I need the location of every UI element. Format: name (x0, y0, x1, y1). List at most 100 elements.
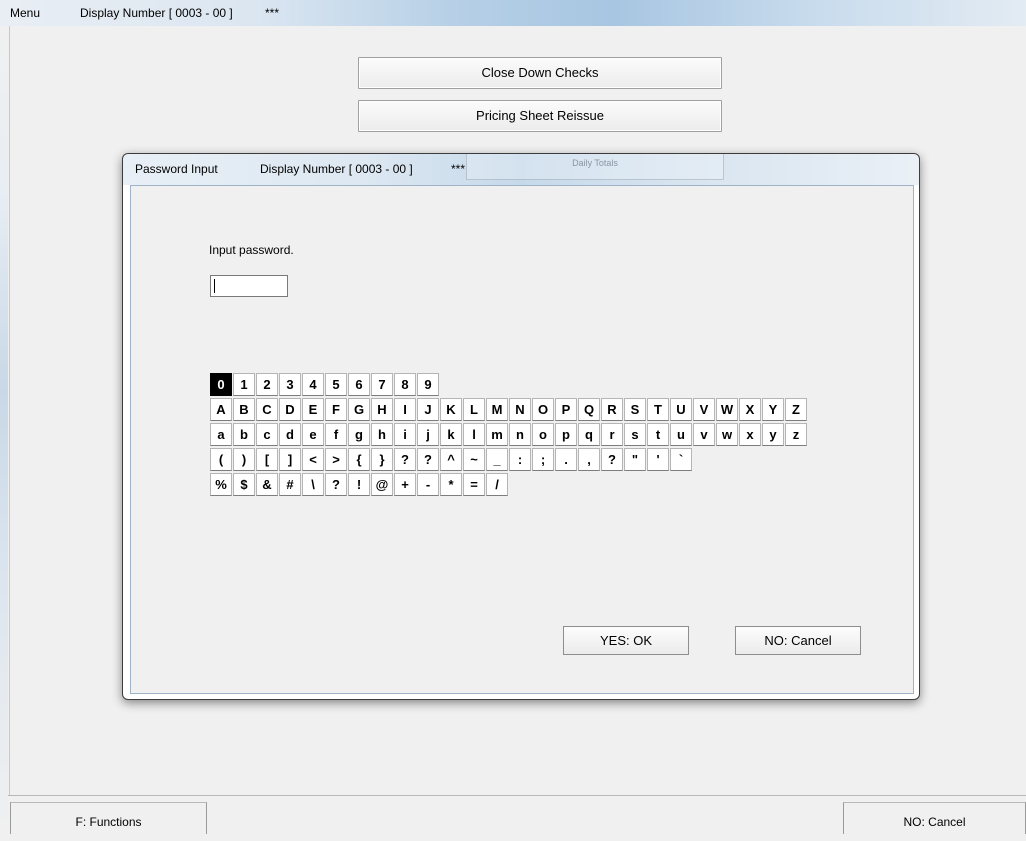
key-button[interactable]: 8 (394, 373, 416, 396)
key-button[interactable]: ? (325, 473, 347, 496)
key-button[interactable]: A (210, 398, 232, 421)
key-button[interactable]: W (716, 398, 738, 421)
key-button[interactable]: % (210, 473, 232, 496)
key-button[interactable]: G (348, 398, 370, 421)
key-button[interactable]: ) (233, 448, 255, 471)
key-button[interactable]: ( (210, 448, 232, 471)
close-down-checks-button[interactable]: Close Down Checks (358, 57, 722, 89)
key-button[interactable]: f (325, 423, 347, 446)
key-button[interactable]: @ (371, 473, 393, 496)
key-button[interactable]: l (463, 423, 485, 446)
key-button[interactable]: r (601, 423, 623, 446)
cancel-button[interactable]: NO: Cancel (735, 626, 861, 655)
key-button[interactable]: * (440, 473, 462, 496)
key-button[interactable]: i (394, 423, 416, 446)
key-button[interactable]: q (578, 423, 600, 446)
key-button[interactable]: N (509, 398, 531, 421)
key-button[interactable]: u (670, 423, 692, 446)
key-button[interactable]: ? (394, 448, 416, 471)
key-button[interactable]: - (417, 473, 439, 496)
key-button[interactable]: ! (348, 473, 370, 496)
key-button[interactable]: # (279, 473, 301, 496)
key-button[interactable]: e (302, 423, 324, 446)
key-button[interactable]: O (532, 398, 554, 421)
key-button[interactable]: 5 (325, 373, 347, 396)
key-button[interactable]: ; (532, 448, 554, 471)
key-button[interactable]: a (210, 423, 232, 446)
key-button[interactable]: ? (601, 448, 623, 471)
key-button[interactable]: 9 (417, 373, 439, 396)
key-button[interactable]: 6 (348, 373, 370, 396)
key-button[interactable]: 1 (233, 373, 255, 396)
ok-button[interactable]: YES: OK (563, 626, 689, 655)
key-button[interactable]: ~ (463, 448, 485, 471)
key-button[interactable]: & (256, 473, 278, 496)
key-button[interactable]: y (762, 423, 784, 446)
key-button[interactable]: V (693, 398, 715, 421)
key-button[interactable]: ' (647, 448, 669, 471)
key-button[interactable]: / (486, 473, 508, 496)
key-button[interactable]: = (463, 473, 485, 496)
key-button[interactable]: H (371, 398, 393, 421)
key-button[interactable]: R (601, 398, 623, 421)
key-button[interactable]: w (716, 423, 738, 446)
key-button[interactable]: ] (279, 448, 301, 471)
key-button[interactable]: . (555, 448, 577, 471)
key-button[interactable]: p (555, 423, 577, 446)
key-button[interactable]: b (233, 423, 255, 446)
key-button[interactable]: D (279, 398, 301, 421)
key-button[interactable]: ` (670, 448, 692, 471)
key-button[interactable]: S (624, 398, 646, 421)
key-button[interactable]: I (394, 398, 416, 421)
key-button[interactable]: > (325, 448, 347, 471)
key-button[interactable]: z (785, 423, 807, 446)
key-button[interactable]: [ (256, 448, 278, 471)
key-button[interactable]: " (624, 448, 646, 471)
key-button[interactable]: U (670, 398, 692, 421)
key-button[interactable]: M (486, 398, 508, 421)
key-button[interactable]: Z (785, 398, 807, 421)
key-button[interactable]: < (302, 448, 324, 471)
key-button[interactable]: 3 (279, 373, 301, 396)
key-button[interactable]: X (739, 398, 761, 421)
key-button[interactable]: g (348, 423, 370, 446)
key-button[interactable]: ? (417, 448, 439, 471)
key-button[interactable]: k (440, 423, 462, 446)
key-button[interactable]: c (256, 423, 278, 446)
key-button[interactable]: Y (762, 398, 784, 421)
key-button[interactable]: j (417, 423, 439, 446)
key-button[interactable]: _ (486, 448, 508, 471)
key-button[interactable]: T (647, 398, 669, 421)
key-button[interactable]: C (256, 398, 278, 421)
key-button[interactable]: o (532, 423, 554, 446)
key-button[interactable]: 7 (371, 373, 393, 396)
key-button[interactable]: F (325, 398, 347, 421)
key-button[interactable]: x (739, 423, 761, 446)
key-button[interactable]: } (371, 448, 393, 471)
key-button[interactable]: 4 (302, 373, 324, 396)
key-button[interactable]: L (463, 398, 485, 421)
key-button[interactable]: v (693, 423, 715, 446)
key-button[interactable]: ^ (440, 448, 462, 471)
pricing-sheet-reissue-button[interactable]: Pricing Sheet Reissue (358, 100, 722, 132)
key-button[interactable]: Q (578, 398, 600, 421)
key-button[interactable]: $ (233, 473, 255, 496)
key-button[interactable]: P (555, 398, 577, 421)
key-button[interactable]: 2 (256, 373, 278, 396)
key-button[interactable]: E (302, 398, 324, 421)
key-button[interactable]: m (486, 423, 508, 446)
functions-button[interactable]: F: Functions (10, 802, 207, 834)
key-button[interactable]: K (440, 398, 462, 421)
key-button[interactable]: d (279, 423, 301, 446)
footer-cancel-button[interactable]: NO: Cancel (843, 802, 1026, 834)
key-button[interactable]: : (509, 448, 531, 471)
key-button[interactable]: + (394, 473, 416, 496)
key-button[interactable]: h (371, 423, 393, 446)
key-button[interactable]: t (647, 423, 669, 446)
key-button[interactable]: { (348, 448, 370, 471)
password-field[interactable] (210, 275, 288, 297)
key-button[interactable]: s (624, 423, 646, 446)
key-button[interactable]: J (417, 398, 439, 421)
key-button[interactable]: 0 (210, 373, 232, 396)
key-button[interactable]: n (509, 423, 531, 446)
